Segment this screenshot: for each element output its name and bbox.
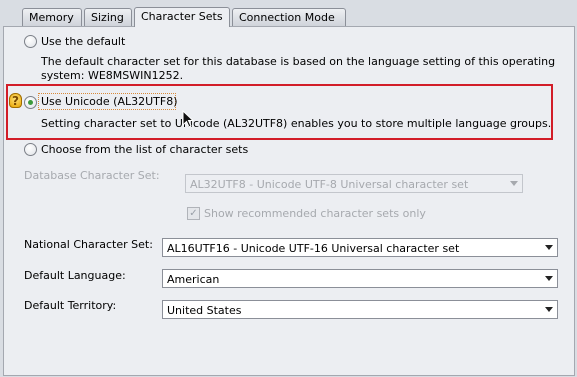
default-language-label: Default Language:: [24, 269, 126, 282]
tab-sizing-label: Sizing: [91, 11, 124, 24]
lightbulb-hint-icon: ?: [9, 93, 22, 108]
choose-list-radio[interactable]: [24, 143, 37, 156]
chevron-down-icon: [545, 307, 553, 312]
use-default-description-line2: system: WE8MSWIN1252.: [41, 69, 184, 82]
tab-character-sets-label: Character Sets: [141, 10, 223, 23]
default-territory-value: United States: [167, 304, 242, 317]
national-charset-value: AL16UTF16 - Unicode UTF-16 Universal cha…: [167, 242, 460, 255]
tab-memory-label: Memory: [29, 11, 74, 24]
use-default-radio[interactable]: [24, 35, 37, 48]
use-unicode-radio[interactable]: [24, 96, 37, 109]
use-unicode-label: Use Unicode (AL32UTF8): [41, 95, 178, 108]
chevron-down-icon: [545, 276, 553, 281]
use-unicode-description: Setting character set to Unicode (AL32UT…: [41, 117, 552, 130]
national-charset-label: National Character Set:: [24, 238, 153, 251]
national-charset-select[interactable]: AL16UTF16 - Unicode UTF-16 Universal cha…: [162, 238, 558, 257]
db-charset-label: Database Character Set:: [24, 169, 160, 182]
default-language-select[interactable]: American: [162, 269, 558, 288]
tab-sizing[interactable]: Sizing: [84, 8, 132, 26]
use-default-label: Use the default: [41, 35, 126, 48]
use-default-description-line1: The default character set for this datab…: [41, 55, 556, 68]
show-recommended-checkbox[interactable]: ✓: [187, 207, 200, 220]
db-charset-value: AL32UTF8 - Unicode UTF-8 Universal chara…: [190, 178, 469, 191]
chevron-down-icon: [510, 181, 518, 186]
choose-list-label: Choose from the list of character sets: [41, 143, 249, 156]
tab-connection-mode[interactable]: Connection Mode: [232, 8, 346, 26]
db-charset-select[interactable]: AL32UTF8 - Unicode UTF-8 Universal chara…: [185, 174, 523, 193]
tab-connection-mode-label: Connection Mode: [239, 11, 335, 24]
default-territory-label: Default Territory:: [24, 299, 117, 312]
mouse-pointer-icon: [182, 110, 194, 128]
tab-character-sets[interactable]: Character Sets: [134, 7, 230, 27]
show-recommended-label: Show recommended character sets only: [204, 207, 426, 220]
default-language-value: American: [167, 273, 220, 286]
default-territory-select[interactable]: United States: [162, 300, 558, 319]
chevron-down-icon: [545, 245, 553, 250]
tab-memory[interactable]: Memory: [22, 8, 82, 26]
